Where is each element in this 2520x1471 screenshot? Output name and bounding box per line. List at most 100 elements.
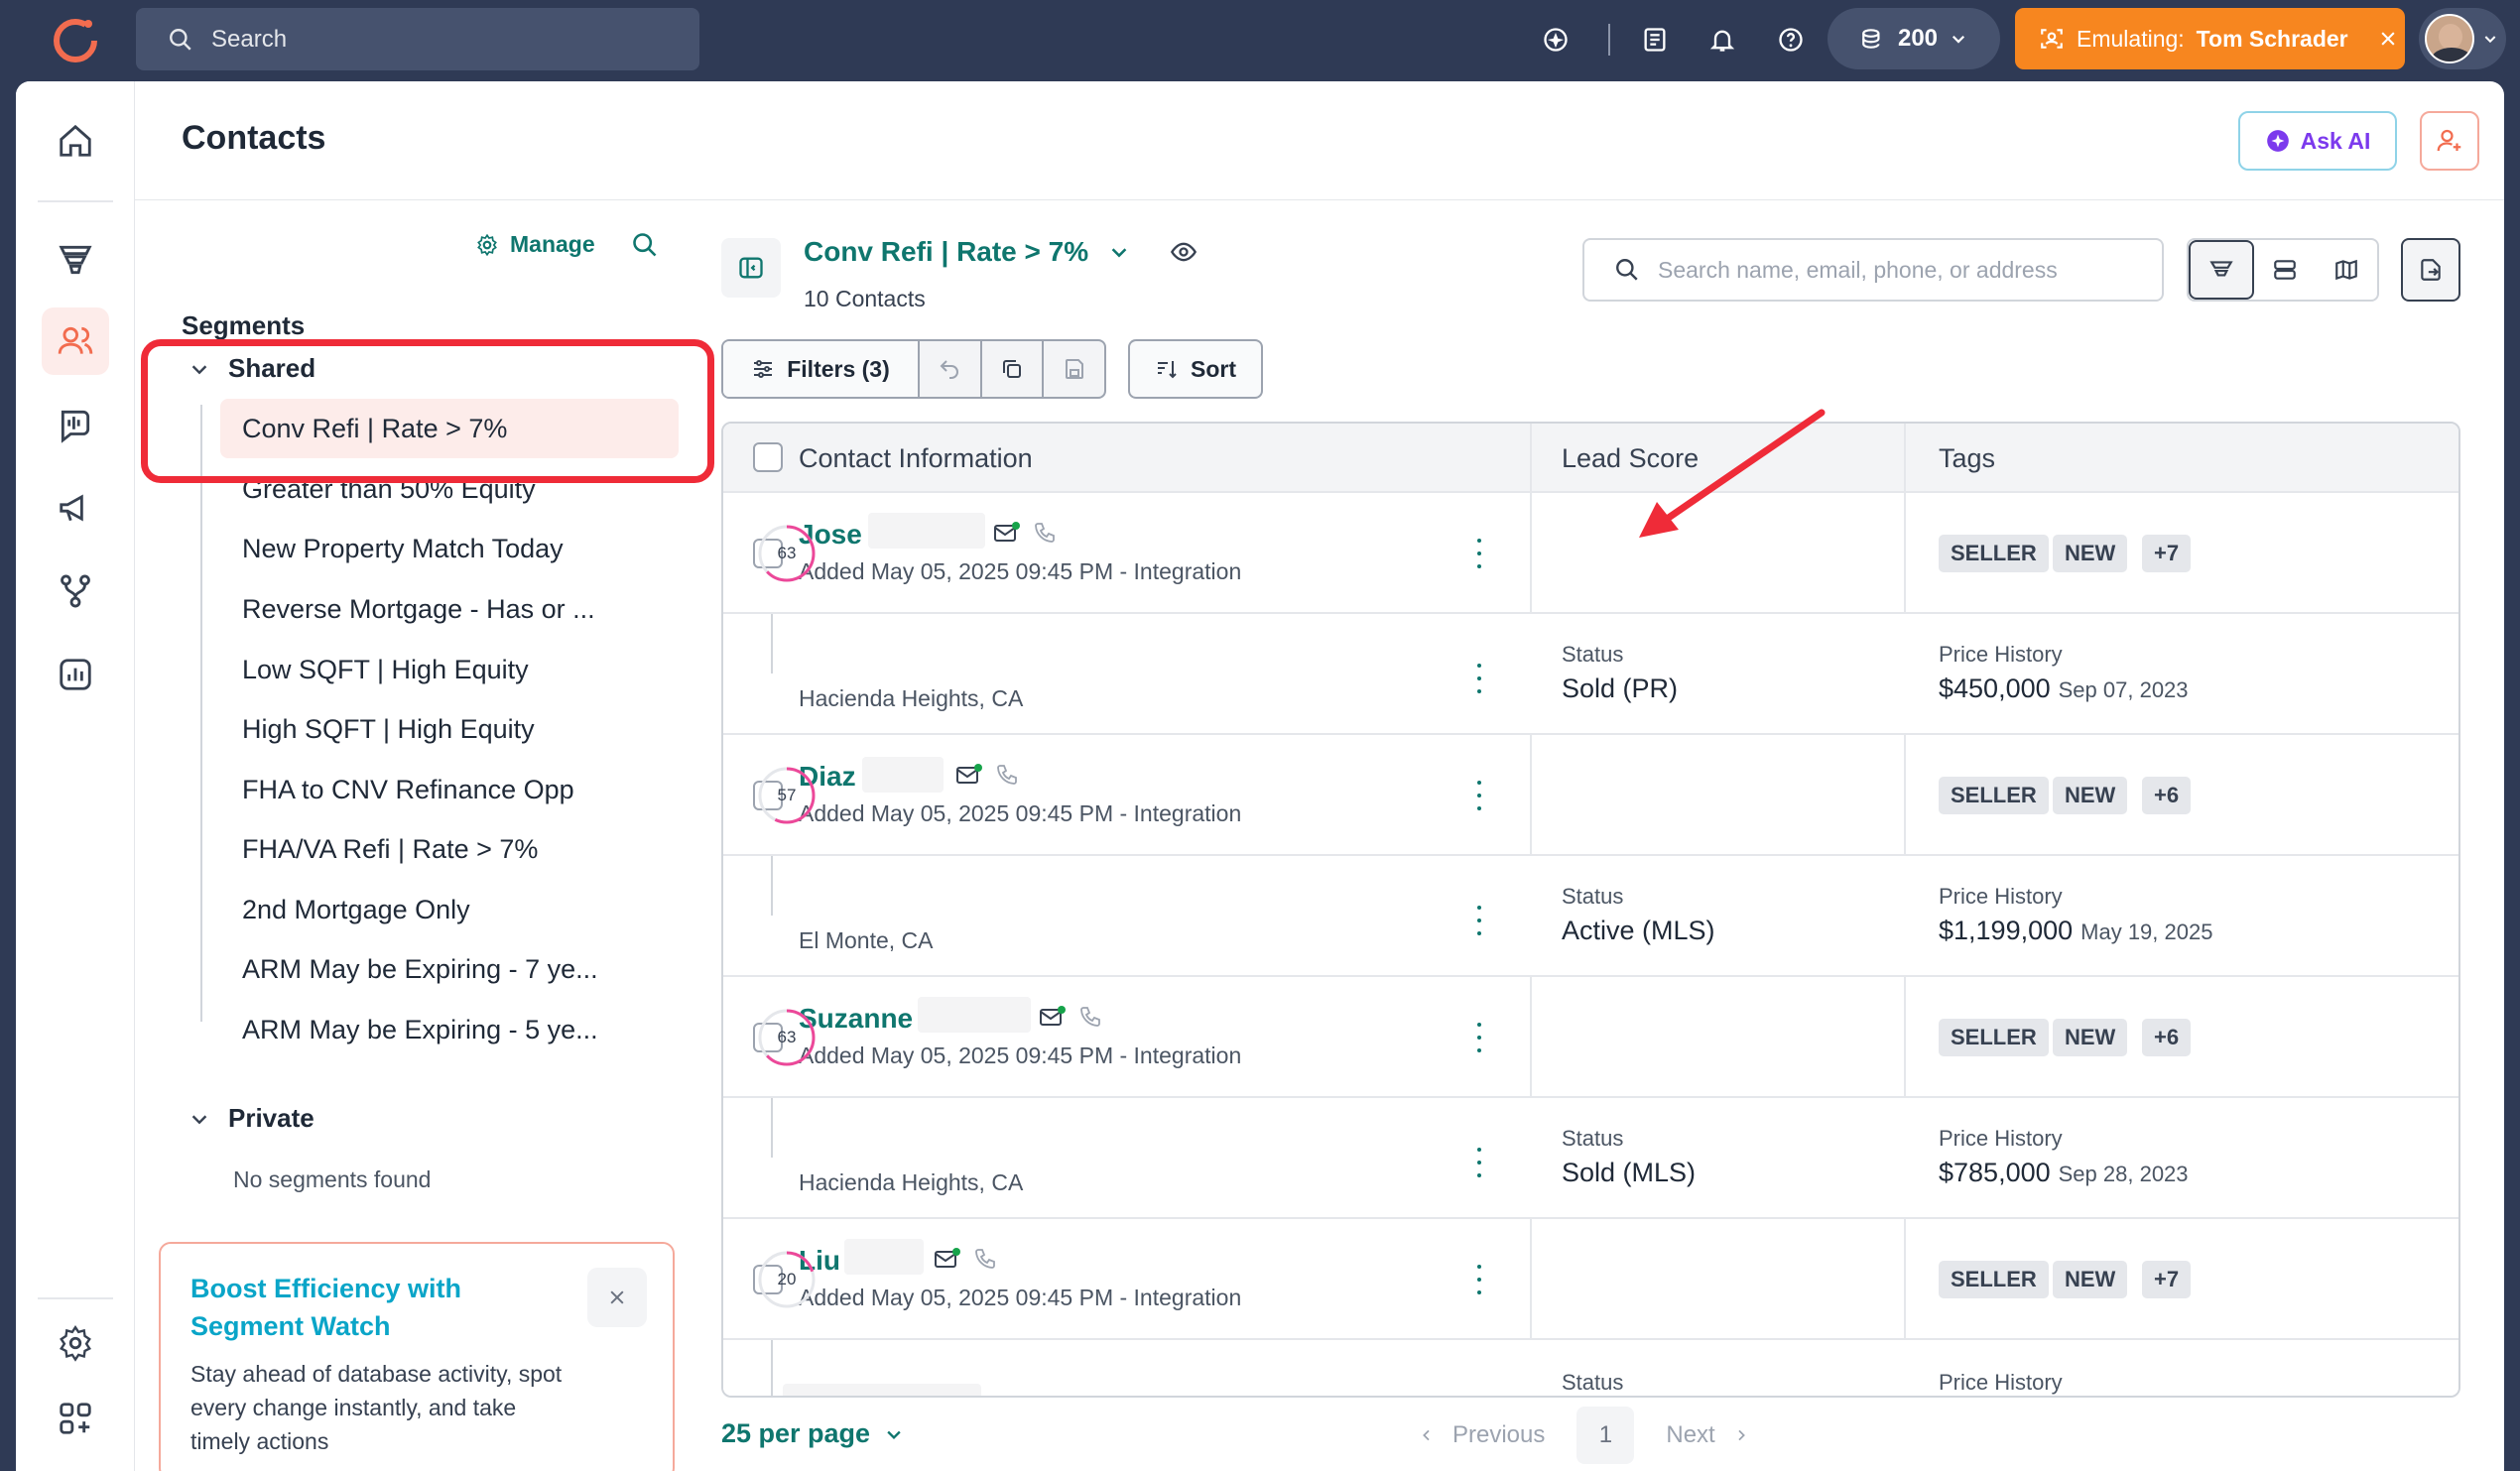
sort-button[interactable]: Sort — [1128, 339, 1263, 399]
row-menu-button[interactable] — [1469, 1265, 1489, 1294]
row-menu-button[interactable] — [1469, 906, 1489, 935]
segment-item[interactable]: Reverse Mortgage - Has or ... — [220, 579, 679, 639]
private-group-toggle[interactable]: Private — [189, 1103, 315, 1134]
next-button[interactable]: Next — [1666, 1421, 1714, 1449]
price-history-label: Price History — [1939, 1370, 2063, 1395]
analytics-icon[interactable] — [42, 641, 109, 708]
row-menu-button[interactable] — [1469, 781, 1489, 810]
email-verified-icon[interactable] — [1039, 1005, 1067, 1029]
contact-channels — [934, 1247, 997, 1271]
previous-button[interactable]: Previous — [1452, 1421, 1545, 1449]
segment-item[interactable]: Low SQFT | High Equity — [220, 640, 679, 699]
page-number-button[interactable]: 1 — [1576, 1407, 1635, 1464]
price-date: Sep 07, 2023 — [2058, 677, 2189, 702]
promo-text: Stay ahead of database activity, spot ev… — [190, 1361, 563, 1454]
notes-icon[interactable] — [1637, 22, 1673, 58]
eye-icon[interactable] — [1170, 238, 1197, 266]
tag-more-badge[interactable]: +6 — [2142, 777, 2192, 814]
table-row[interactable]: Suzanne Added May 05, 2025 09:45 PM - In… — [723, 977, 2458, 1098]
email-verified-icon[interactable] — [934, 1247, 961, 1271]
tag-badge[interactable]: NEW — [2053, 777, 2128, 814]
app-logo[interactable] — [50, 14, 101, 65]
segment-item[interactable]: FHA/VA Refi | Rate > 7% — [220, 819, 679, 879]
contact-search-input[interactable]: Search name, email, phone, or address — [1582, 238, 2164, 302]
per-page-selector[interactable]: 25 per page — [721, 1418, 904, 1449]
row-menu-button[interactable] — [1469, 1148, 1489, 1177]
add-contact-button[interactable] — [2420, 111, 2479, 171]
tag-more-badge[interactable]: +6 — [2142, 1019, 2192, 1056]
tag-badge[interactable]: SELLER — [1939, 1261, 2049, 1298]
row-menu-button[interactable] — [1469, 1023, 1489, 1052]
tag-badge[interactable]: SELLER — [1939, 535, 2049, 572]
megaphone-icon[interactable] — [42, 474, 109, 542]
table-row[interactable]: Liu Added May 05, 2025 09:45 PM - Integr… — [723, 1219, 2458, 1340]
close-promo-button[interactable] — [587, 1268, 647, 1327]
table-row[interactable]: Diaz Added May 05, 2025 09:45 PM - Integ… — [723, 735, 2458, 856]
select-all-checkbox[interactable] — [753, 442, 783, 472]
segment-item[interactable]: FHA to CNV Refinance Opp — [220, 760, 679, 819]
funnel-icon[interactable] — [42, 226, 109, 294]
manage-segments-button[interactable]: Manage — [474, 231, 595, 258]
segment-search-button[interactable] — [631, 231, 659, 264]
duplicate-button[interactable] — [982, 341, 1045, 397]
segment-label: High SQFT | High Equity — [242, 713, 535, 744]
phone-icon[interactable] — [1078, 1005, 1102, 1029]
column-header: Tags — [1939, 443, 1996, 473]
added-date: Added May 05, 2025 09:45 PM - Integratio… — [799, 1285, 1242, 1310]
segment-item[interactable]: High SQFT | High Equity — [220, 699, 679, 759]
close-icon[interactable] — [2378, 29, 2398, 49]
credits-dropdown[interactable]: 200 — [1827, 8, 2000, 69]
ai-sparkle-icon[interactable] — [1538, 22, 1574, 58]
row-menu-button[interactable] — [1469, 539, 1489, 568]
email-verified-icon[interactable] — [955, 763, 983, 787]
empty-state-text: No segments found — [233, 1166, 432, 1192]
toggle-segments-panel-button[interactable] — [721, 238, 781, 298]
row-menu-button[interactable] — [1469, 664, 1489, 693]
apps-icon[interactable] — [42, 1385, 109, 1452]
ask-ai-button[interactable]: Ask AI — [2238, 111, 2397, 171]
segment-item[interactable]: ARM May be Expiring - 7 ye... — [220, 939, 679, 999]
table-row-details: Hacienda Heights, CA Status Sold (MLS) P… — [723, 1098, 2458, 1219]
sort-icon — [1158, 361, 1177, 379]
voice-chat-icon[interactable] — [42, 391, 109, 458]
map-view-icon[interactable] — [2316, 240, 2377, 300]
gear-icon[interactable] — [42, 1309, 109, 1377]
export-button[interactable] — [2401, 238, 2460, 302]
filters-button[interactable]: Filters (3) — [723, 341, 920, 397]
tag-badge[interactable]: NEW — [2053, 1261, 2128, 1298]
current-segment-selector[interactable]: Conv Refi | Rate > 7% — [804, 236, 1197, 268]
global-search[interactable]: Search — [136, 8, 699, 70]
tag-badge[interactable]: SELLER — [1939, 777, 2049, 814]
tag-badge[interactable]: NEW — [2053, 1019, 2128, 1056]
chevron-down-icon — [887, 1430, 901, 1439]
segment-item[interactable]: New Property Match Today — [220, 519, 679, 578]
contact-channels — [993, 521, 1057, 545]
phone-icon[interactable] — [1033, 521, 1057, 545]
tag-more-badge[interactable]: +7 — [2142, 535, 2192, 572]
workflow-icon[interactable] — [42, 557, 109, 625]
funnel-view-icon[interactable] — [2189, 240, 2254, 300]
phone-icon[interactable] — [973, 1247, 997, 1271]
email-verified-icon[interactable] — [993, 521, 1021, 545]
tag-badge[interactable]: SELLER — [1939, 1019, 2049, 1056]
segment-item[interactable]: ARM May be Expiring - 5 ye... — [220, 1000, 679, 1059]
tag-more-badge[interactable]: +7 — [2142, 1261, 2192, 1298]
contacts-icon[interactable] — [42, 307, 109, 375]
list-view-icon[interactable] — [2254, 240, 2316, 300]
segments-title: Segments — [182, 310, 306, 340]
user-menu[interactable] — [2419, 8, 2506, 69]
segment-label: 2nd Mortgage Only — [242, 894, 470, 924]
help-icon[interactable] — [1773, 22, 1809, 58]
save-button[interactable] — [1044, 341, 1104, 397]
phone-icon[interactable] — [995, 763, 1019, 787]
tag-badge[interactable]: NEW — [2053, 535, 2128, 572]
redacted-text — [918, 997, 1031, 1033]
bell-icon[interactable] — [1704, 22, 1740, 58]
segment-item[interactable]: 2nd Mortgage Only — [220, 880, 679, 939]
emulating-banner[interactable]: Emulating: Tom Schrader — [2015, 8, 2405, 69]
price-value: $785,000 — [1939, 1158, 2051, 1187]
table-row[interactable]: Jose Added May 05, 2025 09:45 PM - Integ… — [723, 493, 2458, 614]
home-icon[interactable] — [42, 107, 109, 175]
price-date: May 19, 2025 — [2080, 919, 2213, 944]
undo-button[interactable] — [920, 341, 982, 397]
